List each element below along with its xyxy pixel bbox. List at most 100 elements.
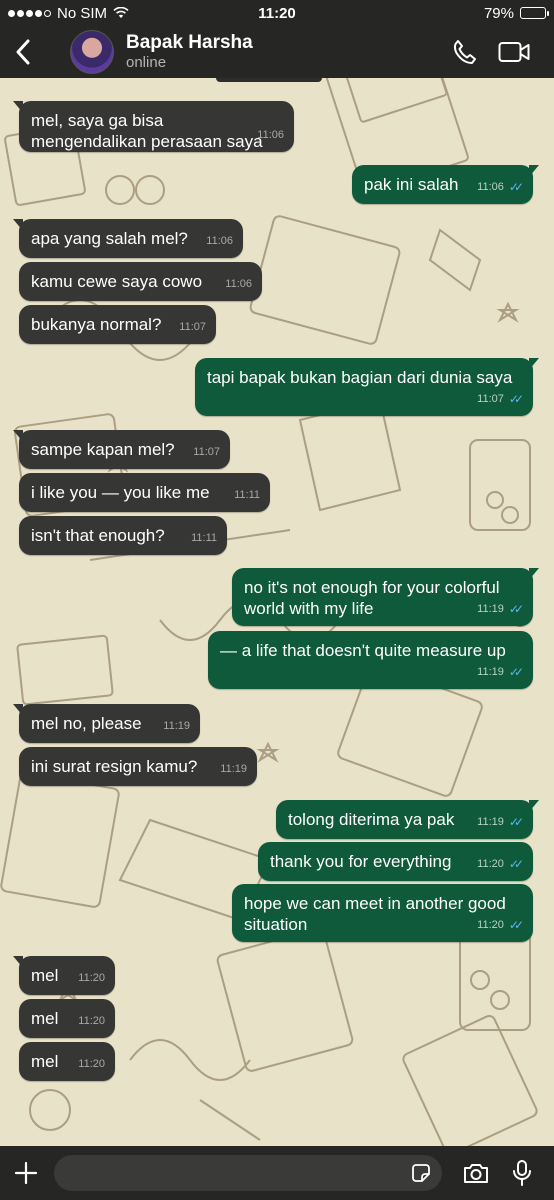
incoming-message[interactable]: isn't that enough? 11:11 — [19, 516, 227, 555]
message-time: 11:07 — [193, 442, 220, 463]
message-time: 11:20 — [78, 968, 105, 989]
incoming-message[interactable]: mel 11:20 — [13, 956, 115, 995]
contact-info[interactable]: Bapak Harsha online — [126, 32, 253, 72]
message-text: — a life that doesn't quite measure up — [220, 641, 506, 660]
message-input[interactable] — [54, 1155, 442, 1191]
incoming-message[interactable]: apa yang salah mel? 11:06 — [13, 219, 243, 258]
incoming-message[interactable]: i like you — you like me 11:11 — [19, 473, 270, 512]
status-bar: No SIM 11:20 79% — [0, 0, 554, 26]
battery-percent: 79% — [483, 4, 514, 22]
message-text: sampe kapan mel? — [31, 440, 175, 459]
header-actions — [452, 39, 554, 65]
contact-status: online — [126, 54, 167, 71]
incoming-message[interactable]: mel 11:20 — [19, 999, 115, 1038]
message-text: mel no, please — [31, 714, 142, 733]
attach-button[interactable] — [0, 1146, 52, 1200]
outgoing-message[interactable]: thank you for everything 11:20 ✓✓ — [258, 842, 533, 881]
message-time-value: 11:11 — [234, 489, 260, 501]
message-text: no it's not enough for your colorful wor… — [244, 578, 500, 618]
message-time: 11:19 — [163, 716, 190, 737]
contact-name: Bapak Harsha — [126, 32, 253, 53]
message-text: mel — [31, 966, 59, 985]
incoming-message[interactable]: mel, saya ga bisa mengendalikan perasaan… — [13, 101, 294, 152]
read-receipt-icon: ✓✓ — [508, 857, 524, 871]
message-text: i like you — you like me — [31, 483, 210, 502]
message-time: 11:20 ✓✓ — [477, 915, 524, 936]
message-text: pak ini salah — [364, 175, 459, 194]
outgoing-message[interactable]: tapi bapak bukan bagian dari dunia saya … — [195, 358, 539, 416]
message-text: ini surat resign kamu? — [31, 757, 198, 776]
incoming-message[interactable]: sampe kapan mel? 11:07 — [13, 430, 230, 469]
message-time: 11:06 — [225, 274, 252, 295]
incoming-message[interactable]: mel no, please 11:19 — [13, 704, 200, 743]
signal-strength-icon — [8, 9, 51, 17]
message-time-value: 11:06 — [257, 129, 284, 141]
message-time-value: 11:07 — [477, 393, 504, 405]
message-text: hope we can meet in another good situati… — [244, 894, 506, 934]
chevron-left-icon — [16, 39, 30, 65]
message-time: 11:19 ✓✓ — [477, 599, 524, 620]
message-time: 11:20 — [78, 1011, 105, 1032]
message-time: 11:20 — [78, 1054, 105, 1075]
microphone-icon[interactable] — [512, 1159, 532, 1187]
incoming-message[interactable]: bukanya normal? 11:07 — [19, 305, 216, 344]
message-time: 11:20 ✓✓ — [477, 854, 524, 875]
read-receipt-icon: ✓✓ — [508, 815, 524, 829]
message-time-value: 11:07 — [193, 446, 220, 458]
read-receipt-icon: ✓✓ — [508, 665, 524, 679]
outgoing-message[interactable]: pak ini salah 11:06 ✓✓ — [352, 165, 539, 204]
message-time: 11:06 ✓✓ — [477, 177, 524, 198]
back-button[interactable] — [0, 26, 46, 78]
read-receipt-icon: ✓✓ — [508, 180, 524, 194]
camera-icon[interactable] — [462, 1161, 490, 1185]
wifi-icon — [113, 7, 129, 18]
message-time: 11:19 ✓✓ — [477, 662, 524, 683]
message-time-value: 11:19 — [477, 603, 504, 615]
message-text: thank you for everything — [270, 852, 452, 871]
outgoing-message[interactable]: no it's not enough for your colorful wor… — [232, 568, 539, 626]
incoming-message[interactable]: mel 11:20 — [19, 1042, 115, 1081]
message-time: 11:19 — [220, 759, 247, 780]
message-time-value: 11:19 — [477, 666, 504, 678]
video-camera-icon[interactable] — [498, 40, 530, 64]
message-time-value: 11:19 — [477, 816, 504, 828]
message-time-value: 11:11 — [191, 532, 217, 544]
outgoing-message[interactable]: hope we can meet in another good situati… — [232, 884, 533, 942]
composer-bar — [0, 1146, 554, 1200]
message-text: mel, saya ga bisa mengendalikan perasaan… — [31, 111, 263, 151]
message-time: 11:07 — [179, 317, 206, 338]
message-time-value: 11:19 — [163, 720, 190, 732]
message-time: 11:11 — [234, 485, 260, 506]
avatar[interactable] — [70, 30, 114, 74]
outgoing-message[interactable]: tolong diterima ya pak 11:19 ✓✓ — [276, 800, 539, 839]
status-left: No SIM — [8, 5, 129, 22]
sticker-icon[interactable] — [410, 1162, 432, 1184]
message-text: tolong diterima ya pak — [288, 810, 455, 829]
message-time-value: 11:19 — [220, 763, 247, 775]
message-time-value: 11:20 — [78, 972, 105, 984]
message-text: kamu cewe saya cowo — [31, 272, 203, 291]
message-text: mel — [31, 1052, 59, 1071]
plus-icon — [14, 1161, 38, 1185]
status-right: 79% — [483, 4, 549, 22]
message-time-value: 11:06 — [225, 278, 252, 290]
message-time-value: 11:20 — [477, 919, 504, 931]
incoming-message[interactable]: kamu cewe saya cowo 11:06 — [19, 262, 262, 301]
message-time: 11:06 — [257, 125, 284, 146]
message-time-value: 11:20 — [78, 1015, 105, 1027]
message-time-value: 11:07 — [179, 321, 206, 333]
phone-icon[interactable] — [452, 39, 478, 65]
message-time: 11:11 — [191, 528, 217, 549]
message-text: isn't that enough? — [31, 526, 165, 545]
message-text: apa yang salah mel? — [31, 229, 188, 248]
message-text: bukanya normal? — [31, 315, 162, 334]
message-time: 11:19 ✓✓ — [477, 812, 524, 833]
message-time-value: 11:06 — [206, 235, 233, 247]
read-receipt-icon: ✓✓ — [508, 392, 524, 406]
carrier-label: No SIM — [57, 4, 108, 22]
incoming-message[interactable]: ini surat resign kamu? 11:19 — [19, 747, 257, 786]
battery-icon — [520, 7, 549, 19]
message-list[interactable]: mel, saya ga bisa mengendalikan perasaan… — [0, 78, 554, 1146]
outgoing-message[interactable]: — a life that doesn't quite measure up 1… — [208, 631, 533, 689]
message-time-value: 11:06 — [477, 181, 504, 193]
